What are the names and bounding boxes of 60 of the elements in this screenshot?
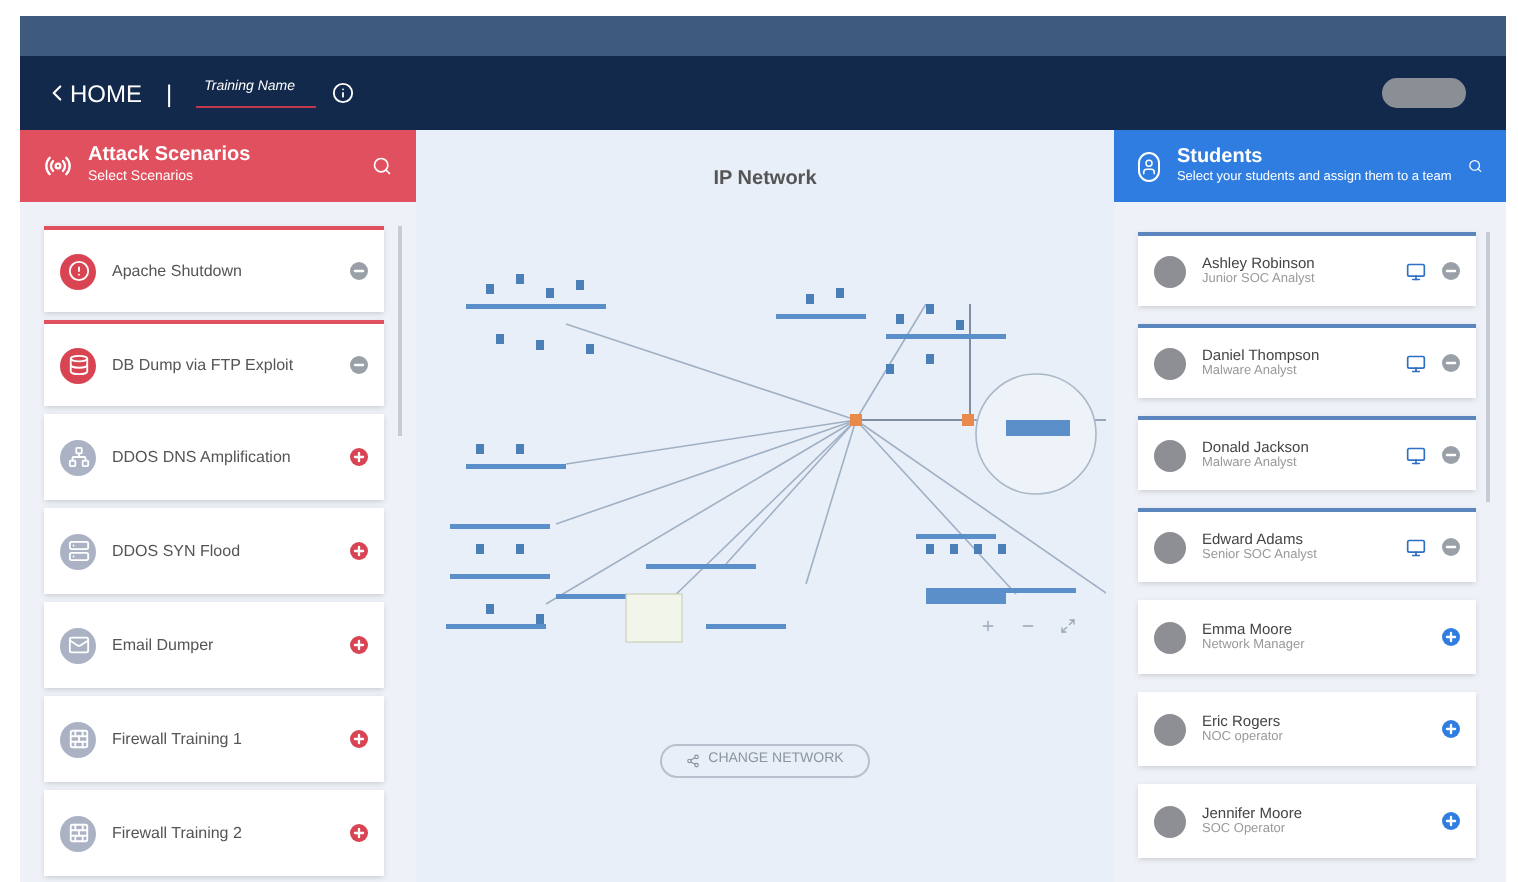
scenario-icon bbox=[60, 815, 96, 851]
add-icon[interactable] bbox=[350, 542, 368, 560]
remove-icon[interactable] bbox=[1442, 538, 1460, 556]
network-icon bbox=[686, 754, 701, 768]
scenario-name: Firewall Training 1 bbox=[112, 727, 244, 751]
add-icon[interactable] bbox=[1442, 628, 1460, 646]
remove-icon[interactable] bbox=[1442, 446, 1460, 464]
avatar bbox=[1154, 439, 1186, 471]
scrollbar[interactable] bbox=[1486, 232, 1490, 502]
scenario-card[interactable]: Email Dumper bbox=[44, 602, 384, 688]
avatar bbox=[1154, 621, 1186, 653]
network-title: IP Network bbox=[713, 166, 817, 194]
remove-icon[interactable] bbox=[350, 262, 368, 280]
add-icon[interactable] bbox=[1442, 812, 1460, 830]
avatar bbox=[1154, 713, 1186, 745]
avatar bbox=[1154, 805, 1186, 837]
monitor-icon[interactable] bbox=[1406, 537, 1426, 557]
scenario-card[interactable]: DDOS SYN Flood bbox=[44, 508, 384, 594]
home-link[interactable]: HOME bbox=[44, 75, 142, 111]
monitor-icon[interactable] bbox=[1406, 261, 1426, 281]
scenario-icon bbox=[60, 253, 96, 289]
scenario-icon bbox=[60, 439, 96, 475]
monitor-icon[interactable] bbox=[1406, 445, 1426, 465]
scenario-name: Firewall Training 2 bbox=[112, 821, 244, 845]
avatar bbox=[1154, 255, 1186, 287]
avatar bbox=[1154, 347, 1186, 379]
panel-title: Students bbox=[1176, 145, 1265, 170]
scrollbar[interactable] bbox=[398, 226, 402, 436]
antenna-icon bbox=[44, 152, 72, 180]
scenario-icon bbox=[60, 347, 96, 383]
scenario-card[interactable]: Firewall Training 2 bbox=[44, 790, 384, 876]
info-icon[interactable] bbox=[332, 82, 355, 104]
scenario-card[interactable]: Apache Shutdown bbox=[44, 226, 384, 312]
scenario-icon bbox=[60, 533, 96, 569]
scenario-icon bbox=[60, 627, 96, 663]
student-icon bbox=[1138, 151, 1161, 181]
panel-title: Attack Scenarios bbox=[88, 144, 253, 169]
separator: | bbox=[166, 77, 173, 111]
scenario-card[interactable]: DB Dump via FTP Exploit bbox=[44, 320, 384, 406]
scenario-name: DB Dump via FTP Exploit bbox=[112, 353, 296, 377]
scenario-card[interactable]: DDOS DNS Amplification bbox=[44, 414, 384, 500]
fullscreen-icon[interactable] bbox=[1059, 618, 1075, 634]
add-icon[interactable] bbox=[350, 730, 368, 748]
remove-icon[interactable] bbox=[1442, 262, 1460, 280]
add-icon[interactable] bbox=[350, 636, 368, 654]
add-icon[interactable] bbox=[350, 824, 368, 842]
avatar bbox=[1154, 531, 1186, 563]
monitor-icon[interactable] bbox=[1406, 353, 1426, 373]
scenario-name: DDOS DNS Amplification bbox=[112, 445, 293, 469]
search-icon[interactable] bbox=[1467, 156, 1482, 176]
remove-icon[interactable] bbox=[1442, 354, 1460, 372]
scenario-card[interactable]: Firewall Training 1 bbox=[44, 696, 384, 782]
scenario-name: DDOS SYN Flood bbox=[112, 539, 243, 563]
scenario-name: Email Dumper bbox=[112, 633, 216, 657]
add-icon[interactable] bbox=[1442, 720, 1460, 738]
search-icon[interactable] bbox=[372, 156, 392, 176]
scenario-name: Apache Shutdown bbox=[112, 259, 244, 283]
scenario-icon bbox=[60, 721, 96, 757]
remove-icon[interactable] bbox=[350, 356, 368, 374]
add-icon[interactable] bbox=[350, 448, 368, 466]
